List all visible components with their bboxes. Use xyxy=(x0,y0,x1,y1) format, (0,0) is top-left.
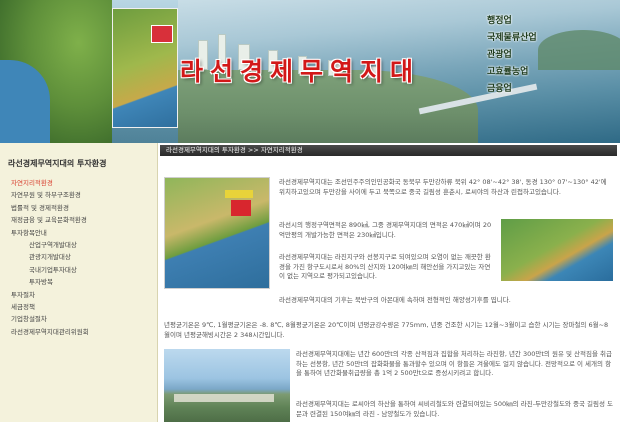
korea-map-image xyxy=(164,177,270,289)
paragraph-climate: 라선경제무역지대의 기후는 북반구의 아몬대에 속하며 전형적인 해양성기후를 … xyxy=(279,296,511,304)
header-banner: 라선경제무역지대 행정업 국제물류산업 관광업 고효률농업 금융업 xyxy=(0,0,620,143)
paragraph-districts: 라선경제무역지대는 라진지구와 선봉지구로 되여있으며 오염이 없는 깨끗한 환… xyxy=(279,253,491,280)
page: 라선경제무역지대 행정업 국제물류산업 관광업 고효률농업 금융업 라선경제무역… xyxy=(0,0,620,422)
sidebar-item-4[interactable]: 투자항목안내 xyxy=(0,227,157,239)
banner-nav: 행정업 국제물류산업 관광업 고효률농업 금융업 xyxy=(487,13,561,98)
nav-link-tourism[interactable]: 관광업 xyxy=(487,47,561,64)
nav-link-agriculture[interactable]: 고효률농업 xyxy=(487,64,561,81)
korea-map-image xyxy=(0,0,112,143)
sidebar: 라선경제무역지대의 투자환경 자연지리적환경 자연부원 및 하부구조환경 법률적 및… xyxy=(0,143,158,422)
rason-region-map-image xyxy=(112,8,178,128)
nav-link-finance[interactable]: 금융업 xyxy=(487,81,561,98)
sidebar-item-11[interactable]: 기업창설절차 xyxy=(0,313,157,325)
sidebar-item-5[interactable]: 산업구역개발대상 xyxy=(0,239,157,251)
sidebar-item-12[interactable]: 라선경제무역지대관리위원회 xyxy=(0,326,157,338)
sidebar-item-2[interactable]: 법률적 및 경제적환경 xyxy=(0,202,157,214)
port-photo-image xyxy=(164,349,290,422)
paragraph-temperature: 년평균기온은 9℃, 1월평균기온은 -8. 8℃, 8월평균기온은 20℃이며… xyxy=(164,321,609,339)
sidebar-heading: 라선경제무역지대의 투자환경 xyxy=(8,159,107,168)
sidebar-item-6[interactable]: 관광지개발대상 xyxy=(0,251,157,263)
breadcrumb: 라선경제무역지대의 투자환경 >> 자연지리적환경 xyxy=(160,145,617,156)
sidebar-item-8[interactable]: 투자방복 xyxy=(0,276,157,288)
paragraph-location: 라선경제무역지대는 조선민주주의인민공화국 동북부 두만강하류 북위 42° 0… xyxy=(279,178,607,196)
paragraph-area: 라선시의 행정구역면적은 890㎢, 그중 경제무역지대의 면적은 470㎢이며… xyxy=(279,221,492,239)
sidebar-item-9[interactable]: 투자절차 xyxy=(0,289,157,301)
sidebar-menu: 자연지리적환경 자연부원 및 하부구조환경 법률적 및 경제적환경 재정금융 및 교육… xyxy=(0,177,157,338)
sidebar-item-7[interactable]: 국내기업투자대상 xyxy=(0,264,157,276)
sidebar-item-3[interactable]: 재정금융 및 교육문화적환경 xyxy=(0,214,157,226)
banner-title: 라선경제무역지대 xyxy=(180,57,421,86)
main-content: 라선경제무역지대의 투자환경 >> 자연지리적환경 라선경제무역지대는 조선민주… xyxy=(158,143,620,422)
nav-link-logistics[interactable]: 국제물류산업 xyxy=(487,30,561,47)
sidebar-item-10[interactable]: 세금정책 xyxy=(0,301,157,313)
sidebar-item-1[interactable]: 자연부원 및 하부구조환경 xyxy=(0,189,157,201)
nav-link-administration[interactable]: 행정업 xyxy=(487,13,561,30)
sidebar-item-0[interactable]: 자연지리적환경 xyxy=(0,177,157,189)
coastal-map-image xyxy=(501,219,613,281)
paragraph-ports: 라선경제무역지대에는 년간 600만t의 각종 산적짐과 집합을 처리하는 라진… xyxy=(296,350,612,377)
paragraph-railways: 라선경제무역지대는 로씨아의 하산을 통하여 씨비리철도와 련결되여있는 500… xyxy=(296,400,613,418)
